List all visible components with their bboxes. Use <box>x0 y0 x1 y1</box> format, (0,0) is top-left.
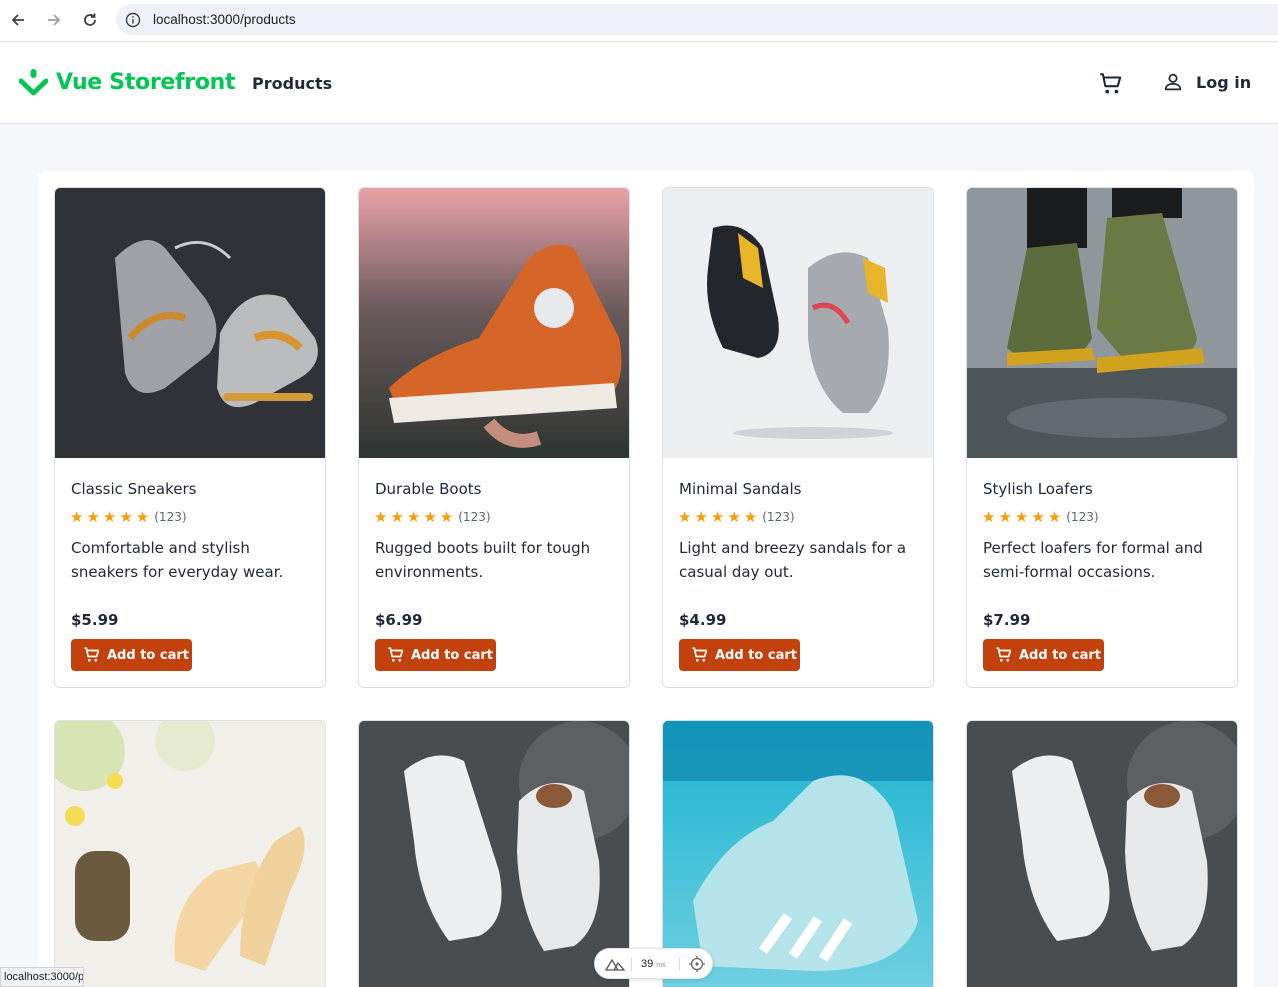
rating-count: (123) <box>762 510 795 524</box>
address-bar[interactable]: localhost:3000/products <box>116 4 1278 35</box>
app-header: Vue Storefront Products Log in <box>0 43 1278 124</box>
render-time-value: 39 <box>641 958 654 970</box>
product-rating: ★★★★★ (123) <box>982 508 1099 526</box>
add-to-cart-button[interactable]: Add to cart <box>983 639 1104 671</box>
product-price: $4.99 <box>679 611 727 629</box>
add-to-cart-button[interactable]: Add to cart <box>679 639 800 671</box>
product-card[interactable]: Classic Sneakers ★★★★★ (123) Comfortable… <box>54 187 326 688</box>
nav-products-link[interactable]: Products <box>252 74 332 93</box>
product-card[interactable]: Minimal Sandals ★★★★★ (123) Light and br… <box>662 187 934 688</box>
cart-icon <box>84 647 100 662</box>
login-button[interactable]: Log in <box>1162 71 1251 93</box>
add-to-cart-label: Add to cart <box>1019 647 1101 663</box>
add-to-cart-label: Add to cart <box>411 647 493 663</box>
product-card[interactable] <box>662 720 934 987</box>
product-description: Comfortable and stylish sneakers for eve… <box>71 539 284 581</box>
user-icon <box>1164 73 1182 91</box>
product-image[interactable] <box>55 721 325 987</box>
site-info-icon[interactable] <box>124 11 142 29</box>
brand-logo[interactable]: Vue Storefront <box>19 69 236 96</box>
brand-name: Vue Storefront <box>56 70 236 95</box>
product-title[interactable]: Minimal Sandals <box>679 480 801 498</box>
nuxt-logo-icon <box>605 958 625 971</box>
product-price: $6.99 <box>375 611 423 629</box>
forward-icon[interactable] <box>42 8 66 32</box>
product-image[interactable] <box>359 721 629 987</box>
product-title[interactable]: Classic Sneakers <box>71 480 196 498</box>
rating-count: (123) <box>154 510 187 524</box>
product-image[interactable] <box>663 188 933 458</box>
product-title[interactable]: Stylish Loafers <box>983 480 1093 498</box>
divider <box>679 957 680 971</box>
divider <box>631 957 632 971</box>
nuxt-devtools-pill[interactable]: 39 ms <box>594 948 713 979</box>
product-title[interactable]: Durable Boots <box>375 480 481 498</box>
back-icon[interactable] <box>6 8 30 32</box>
product-image[interactable] <box>663 721 933 987</box>
render-time-unit: ms <box>656 962 666 969</box>
add-to-cart-button[interactable]: Add to cart <box>375 639 496 671</box>
product-rating: ★★★★★ (123) <box>678 508 795 526</box>
login-label: Log in <box>1196 72 1252 92</box>
url-text: localhost:3000/products <box>153 12 296 27</box>
product-description: Light and breezy sandals for a casual da… <box>679 539 907 581</box>
browser-toolbar: localhost:3000/products <box>0 0 1278 42</box>
product-image[interactable] <box>967 721 1237 987</box>
star-rating-icons: ★★★★★ <box>678 509 761 526</box>
product-price: $5.99 <box>71 611 119 629</box>
cart-icon <box>388 647 404 662</box>
vue-storefront-logo-icon <box>19 69 48 96</box>
product-rating: ★★★★★ (123) <box>374 508 491 526</box>
render-time: 39 ms <box>641 958 666 970</box>
add-to-cart-button[interactable]: Add to cart <box>71 639 192 671</box>
rating-count: (123) <box>1066 510 1099 524</box>
cart-icon <box>996 647 1012 662</box>
product-description: Perfect loafers for formal and semi-form… <box>983 539 1203 581</box>
product-price: $7.99 <box>983 611 1031 629</box>
product-card[interactable] <box>966 720 1238 987</box>
star-rating-icons: ★★★★★ <box>70 509 153 526</box>
product-card[interactable]: Durable Boots ★★★★★ (123) Rugged boots b… <box>358 187 630 688</box>
product-description: Rugged boots built for tough environment… <box>375 539 591 581</box>
cart-icon[interactable] <box>1098 71 1124 97</box>
product-card[interactable] <box>358 720 630 987</box>
product-card[interactable] <box>54 720 326 987</box>
product-card[interactable]: Stylish Loafers ★★★★★ (123) Perfect loaf… <box>966 187 1238 688</box>
rating-count: (123) <box>458 510 491 524</box>
cart-icon <box>692 647 708 662</box>
status-bar-url: localhost:3000/p <box>0 967 84 987</box>
add-to-cart-label: Add to cart <box>715 647 797 663</box>
add-to-cart-label: Add to cart <box>107 647 189 663</box>
crosshair-icon[interactable] <box>689 956 705 972</box>
star-rating-icons: ★★★★★ <box>982 509 1065 526</box>
product-image[interactable] <box>967 188 1237 458</box>
reload-icon[interactable] <box>78 8 102 32</box>
product-image[interactable] <box>55 188 325 458</box>
product-image[interactable] <box>359 188 629 458</box>
star-rating-icons: ★★★★★ <box>374 509 457 526</box>
product-rating: ★★★★★ (123) <box>70 508 187 526</box>
